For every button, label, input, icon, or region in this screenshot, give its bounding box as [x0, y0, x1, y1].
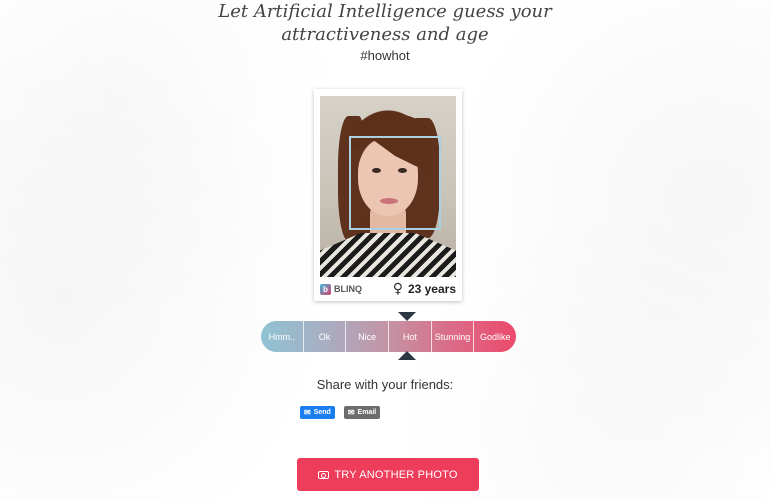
brand: b BLINQ	[320, 283, 362, 295]
card-footer: b BLINQ ♀ 23 years	[320, 281, 456, 297]
scale-segment-stunning: Stunning	[432, 321, 475, 352]
result-card: b BLINQ ♀ 23 years	[314, 89, 462, 301]
share-title: Share with your friends:	[316, 377, 454, 392]
scale-segment-hmm: Hmm..	[261, 321, 304, 352]
messenger-icon: ✉	[304, 407, 311, 417]
blinq-logo-icon: b	[320, 283, 331, 295]
hashtag: #howhot	[360, 48, 410, 63]
female-icon: ♀	[392, 281, 403, 297]
uploaded-photo	[320, 96, 456, 277]
rating-pointer-bottom-icon	[398, 351, 416, 360]
face-detection-box	[349, 136, 441, 230]
scale-segment-hot: Hot	[389, 321, 432, 352]
headline-line-1: Let Artificial Intelligence guess your	[218, 1, 552, 22]
email-label: Email	[357, 409, 377, 416]
age-value: 23 years	[407, 282, 456, 296]
rating-pointer-top-icon	[398, 312, 416, 321]
camera-icon	[318, 470, 330, 479]
brand-name: BLINQ	[334, 284, 362, 294]
age-estimate: ♀ 23 years	[393, 282, 456, 296]
page-headline: Let Artificial Intelligence guess your a…	[0, 0, 770, 46]
send-label: Send	[313, 409, 331, 416]
headline-line-2: attractiveness and age	[281, 24, 489, 45]
envelope-icon: ✉	[347, 407, 355, 417]
scale-segment-godlike: Godlike	[479, 331, 511, 342]
share-buttons: ✉ Send ✉ Email	[300, 406, 381, 419]
scale-segment-nice: Nice	[346, 321, 390, 352]
email-share-button[interactable]: ✉ Email	[343, 406, 381, 419]
messenger-send-button[interactable]: ✉ Send	[300, 406, 335, 419]
try-another-photo-label: TRY ANOTHER PHOTO	[334, 468, 458, 481]
attractiveness-scale: Hmm.. Ok Nice Hot Stunning Godlike	[261, 321, 516, 352]
try-another-photo-button[interactable]: TRY ANOTHER PHOTO	[297, 458, 479, 491]
scale-segment-ok: Ok	[304, 321, 347, 352]
